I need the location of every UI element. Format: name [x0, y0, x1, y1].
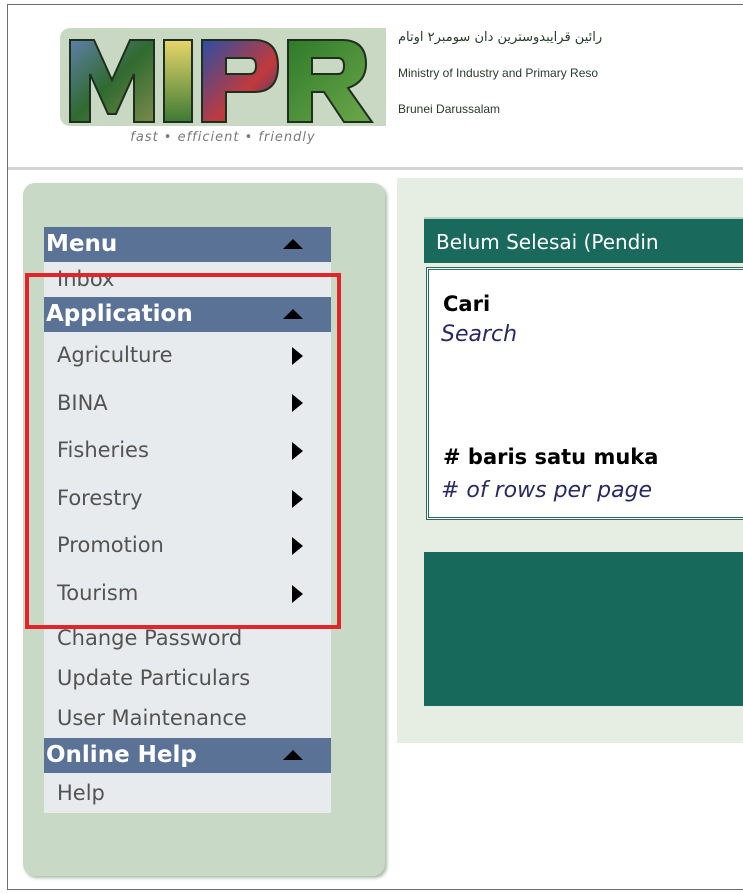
search-label-english: Search — [441, 322, 518, 347]
sidebar-item-label: Forestry — [57, 485, 143, 510]
sidebar-item-label: BINA — [57, 390, 108, 415]
header-jawi-title: رائين قرايبدوسترين دان سومبر٢ اوتام — [398, 30, 603, 45]
sidebar-item-update-particulars[interactable]: Update Particulars — [44, 658, 331, 698]
submenu-arrow-icon — [292, 537, 303, 556]
sidebar-item-change-password[interactable]: Change Password — [44, 618, 331, 658]
application-section-header[interactable]: Application — [44, 297, 331, 332]
header-country: Brunei Darussalam — [398, 102, 501, 116]
menu-section-title: Menu — [46, 231, 118, 257]
collapse-up-icon[interactable] — [283, 239, 303, 249]
sidebar-item-forestry[interactable]: Forestry — [44, 475, 331, 523]
search-label: Cari — [443, 292, 491, 316]
logo-tagline: fast • efficient • friendly — [130, 130, 316, 145]
collapse-up-icon[interactable] — [283, 749, 303, 760]
header-ministry-name: Ministry of Industry and Primary Reso — [398, 66, 599, 80]
submenu-arrow-icon — [292, 584, 303, 603]
sidebar-item-label: Tourism — [57, 580, 139, 605]
menu-section-header[interactable]: Menu — [44, 227, 331, 262]
submenu-arrow-icon — [292, 441, 303, 460]
sidebar-item-promotion[interactable]: Promotion — [44, 522, 331, 570]
sidebar-item-help[interactable]: Help — [44, 773, 331, 813]
online-help-section-title: Online Help — [46, 741, 197, 768]
mipr-logo[interactable]: fast • efficient • friendly — [60, 28, 386, 146]
sidebar-menu: Menu Inbox Application Agriculture BINA … — [44, 227, 331, 813]
sidebar-item-tourism[interactable]: Tourism — [44, 570, 331, 618]
logo-letters-graphic — [69, 39, 374, 123]
search-form: Cari Search # baris satu muka # of rows … — [426, 267, 743, 520]
rows-per-page-label: # baris satu muka — [443, 445, 659, 469]
sidebar-item-bina[interactable]: BINA — [44, 380, 331, 428]
results-panel — [424, 552, 743, 706]
sidebar-item-agriculture[interactable]: Agriculture — [44, 332, 331, 380]
sidebar-item-label: Agriculture — [57, 343, 173, 367]
submenu-arrow-icon — [292, 346, 303, 365]
sidebar-item-fisheries[interactable]: Fisheries — [44, 427, 331, 475]
sidebar-item-user-maintenance[interactable]: User Maintenance — [44, 698, 331, 738]
collapse-up-icon[interactable] — [283, 309, 303, 319]
header-divider — [8, 167, 743, 170]
submenu-arrow-icon — [292, 489, 303, 508]
sidebar-item-label: Promotion — [57, 533, 164, 558]
pending-tab-title[interactable]: Belum Selesai (Pendin — [424, 217, 743, 263]
online-help-section-header[interactable]: Online Help — [44, 737, 331, 773]
sidebar-item-label: Fisheries — [57, 438, 149, 463]
sidebar-item-inbox[interactable]: Inbox — [44, 262, 331, 297]
rows-per-page-label-english: # of rows per page — [441, 478, 653, 503]
header-text: رائين قرايبدوسترين دان سومبر٢ اوتام Mini… — [398, 30, 743, 116]
application-section-title: Application — [46, 301, 193, 327]
submenu-arrow-icon — [292, 394, 303, 413]
